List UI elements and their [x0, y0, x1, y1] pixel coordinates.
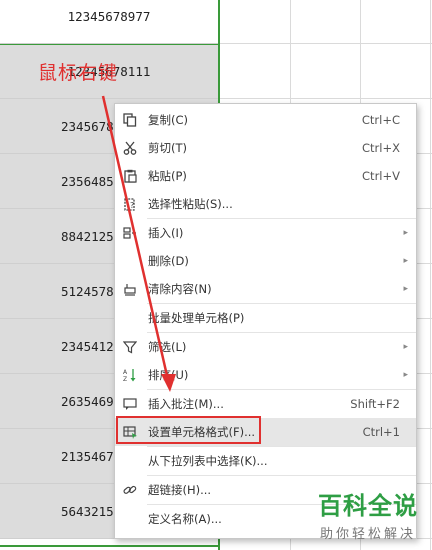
comment-icon	[121, 395, 139, 413]
cut-icon	[121, 139, 139, 157]
menu-item-insert[interactable]: 插入(I) ▸	[115, 219, 416, 247]
eraser-icon	[121, 280, 139, 298]
context-menu: 复制(C) Ctrl+C 剪切(T) Ctrl+X 粘贴(P) Ctrl+V ?…	[114, 103, 417, 539]
menu-item-filter[interactable]: 筛选(L) ▸	[115, 333, 416, 361]
submenu-arrow-icon: ▸	[403, 342, 408, 352]
menu-item-label: 剪切(T)	[148, 141, 187, 155]
menu-item-label: 删除(D)	[148, 254, 189, 268]
format-cells-icon	[121, 423, 139, 441]
menu-item-label: 复制(C)	[148, 113, 189, 127]
submenu-arrow-icon: ▸	[403, 256, 408, 266]
annotation-label: 鼠标右键	[38, 62, 119, 84]
paste-special-icon: ?	[121, 195, 139, 213]
row-gridline	[220, 43, 432, 44]
paste-icon	[121, 167, 139, 185]
menu-item-delete[interactable]: 删除(D) ▸	[115, 247, 416, 275]
link-icon	[121, 481, 139, 499]
submenu-arrow-icon: ▸	[403, 284, 408, 294]
menu-item-label: 粘贴(P)	[148, 169, 187, 183]
column-gridline	[430, 0, 431, 550]
menu-item-label: 批量处理单元格(P)	[148, 311, 245, 325]
menu-item-copy[interactable]: 复制(C) Ctrl+C	[115, 106, 416, 134]
menu-item-label: 超链接(H)...	[148, 483, 212, 497]
menu-item-label: 插入批注(M)...	[148, 397, 224, 411]
menu-item-label: 选择性粘贴(S)...	[148, 197, 233, 211]
selection-border	[0, 545, 220, 547]
menu-item-batch-process[interactable]: 批量处理单元格(P)	[115, 304, 416, 332]
menu-item-label: 筛选(L)	[148, 340, 187, 354]
svg-text:A: A	[123, 369, 128, 376]
copy-icon	[121, 111, 139, 129]
menu-item-shortcut: Ctrl+X	[362, 141, 400, 155]
insert-icon	[121, 224, 139, 242]
watermark-title: 百科全说	[318, 492, 418, 520]
menu-item-label: 设置单元格格式(F)...	[148, 425, 256, 439]
menu-item-label: 清除内容(N)	[148, 282, 212, 296]
submenu-arrow-icon: ▸	[403, 228, 408, 238]
menu-item-insert-comment[interactable]: 插入批注(M)... Shift+F2	[115, 390, 416, 418]
menu-item-label: 定义名称(A)...	[148, 512, 222, 526]
menu-item-label: 插入(I)	[148, 226, 184, 240]
watermark-subtitle: 助你轻松解决	[319, 527, 416, 542]
menu-item-pick-from-list[interactable]: 从下拉列表中选择(K)...	[115, 447, 416, 475]
menu-item-shortcut: Ctrl+1	[362, 425, 400, 439]
filter-icon	[121, 338, 139, 356]
watermark: 百科全说 助你轻松解决	[318, 486, 418, 542]
menu-item-paste[interactable]: 粘贴(P) Ctrl+V	[115, 162, 416, 190]
cell-a1[interactable]: 12345678977	[0, 0, 218, 44]
menu-item-shortcut: Ctrl+C	[361, 113, 400, 127]
svg-text:?: ?	[130, 201, 134, 210]
submenu-arrow-icon: ▸	[403, 370, 408, 380]
selection-border	[0, 44, 220, 45]
menu-item-shortcut: Ctrl+V	[362, 169, 400, 183]
sort-icon: AZ	[121, 366, 139, 384]
menu-item-paste-special[interactable]: ? 选择性粘贴(S)...	[115, 190, 416, 218]
menu-item-format-cells[interactable]: 设置单元格格式(F)... Ctrl+1	[115, 418, 416, 446]
menu-item-sort[interactable]: AZ 排序(U) ▸	[115, 361, 416, 389]
svg-text:Z: Z	[123, 376, 127, 382]
row-gridline	[220, 98, 432, 99]
menu-item-label: 从下拉列表中选择(K)...	[148, 454, 268, 468]
menu-item-label: 排序(U)	[148, 368, 189, 382]
menu-item-cut[interactable]: 剪切(T) Ctrl+X	[115, 134, 416, 162]
menu-item-shortcut: Shift+F2	[350, 397, 400, 411]
menu-item-clear-contents[interactable]: 清除内容(N) ▸	[115, 275, 416, 303]
